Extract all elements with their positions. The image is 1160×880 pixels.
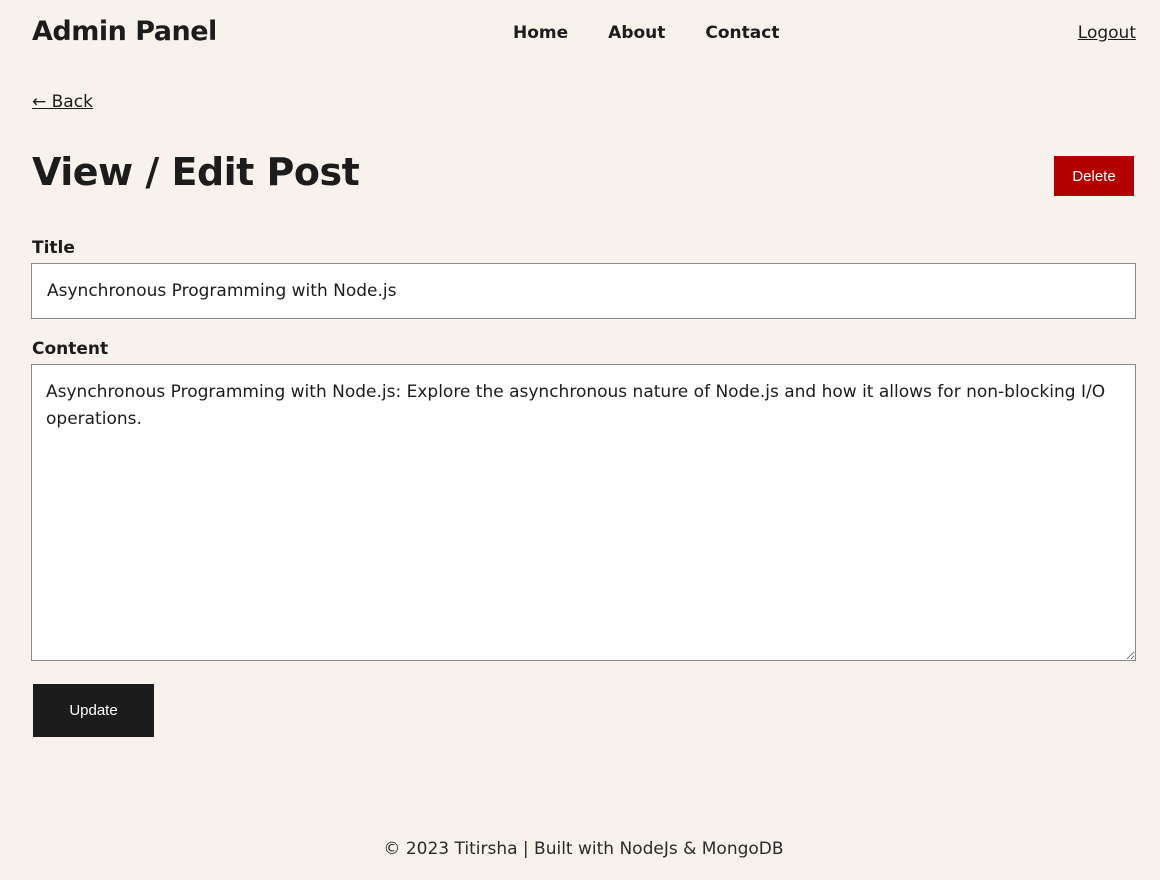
nav-home-link[interactable]: Home [513,23,568,43]
title-label: Title [32,238,75,258]
content-label: Content [32,339,109,359]
site-footer: © 2023 Titirsha | Built with NodeJs & Mo… [383,839,784,859]
content-textarea[interactable]: Asynchronous Programming with Node.js: E… [31,364,1136,661]
page: Admin Panel Home About Contact Logout ← … [0,0,1160,880]
site-title[interactable]: Admin Panel [32,16,217,47]
delete-button[interactable]: Delete [1054,156,1134,196]
page-title: View / Edit Post [32,150,360,194]
main-nav: Home About Contact [513,23,779,43]
logout-link[interactable]: Logout [1078,23,1136,43]
nav-about-link[interactable]: About [608,23,665,43]
update-button[interactable]: Update [33,684,154,737]
title-input[interactable] [31,263,1136,319]
nav-contact-link[interactable]: Contact [705,23,779,43]
back-link[interactable]: ← Back [32,92,93,112]
site-header: Admin Panel Home About Contact Logout [32,14,1136,54]
